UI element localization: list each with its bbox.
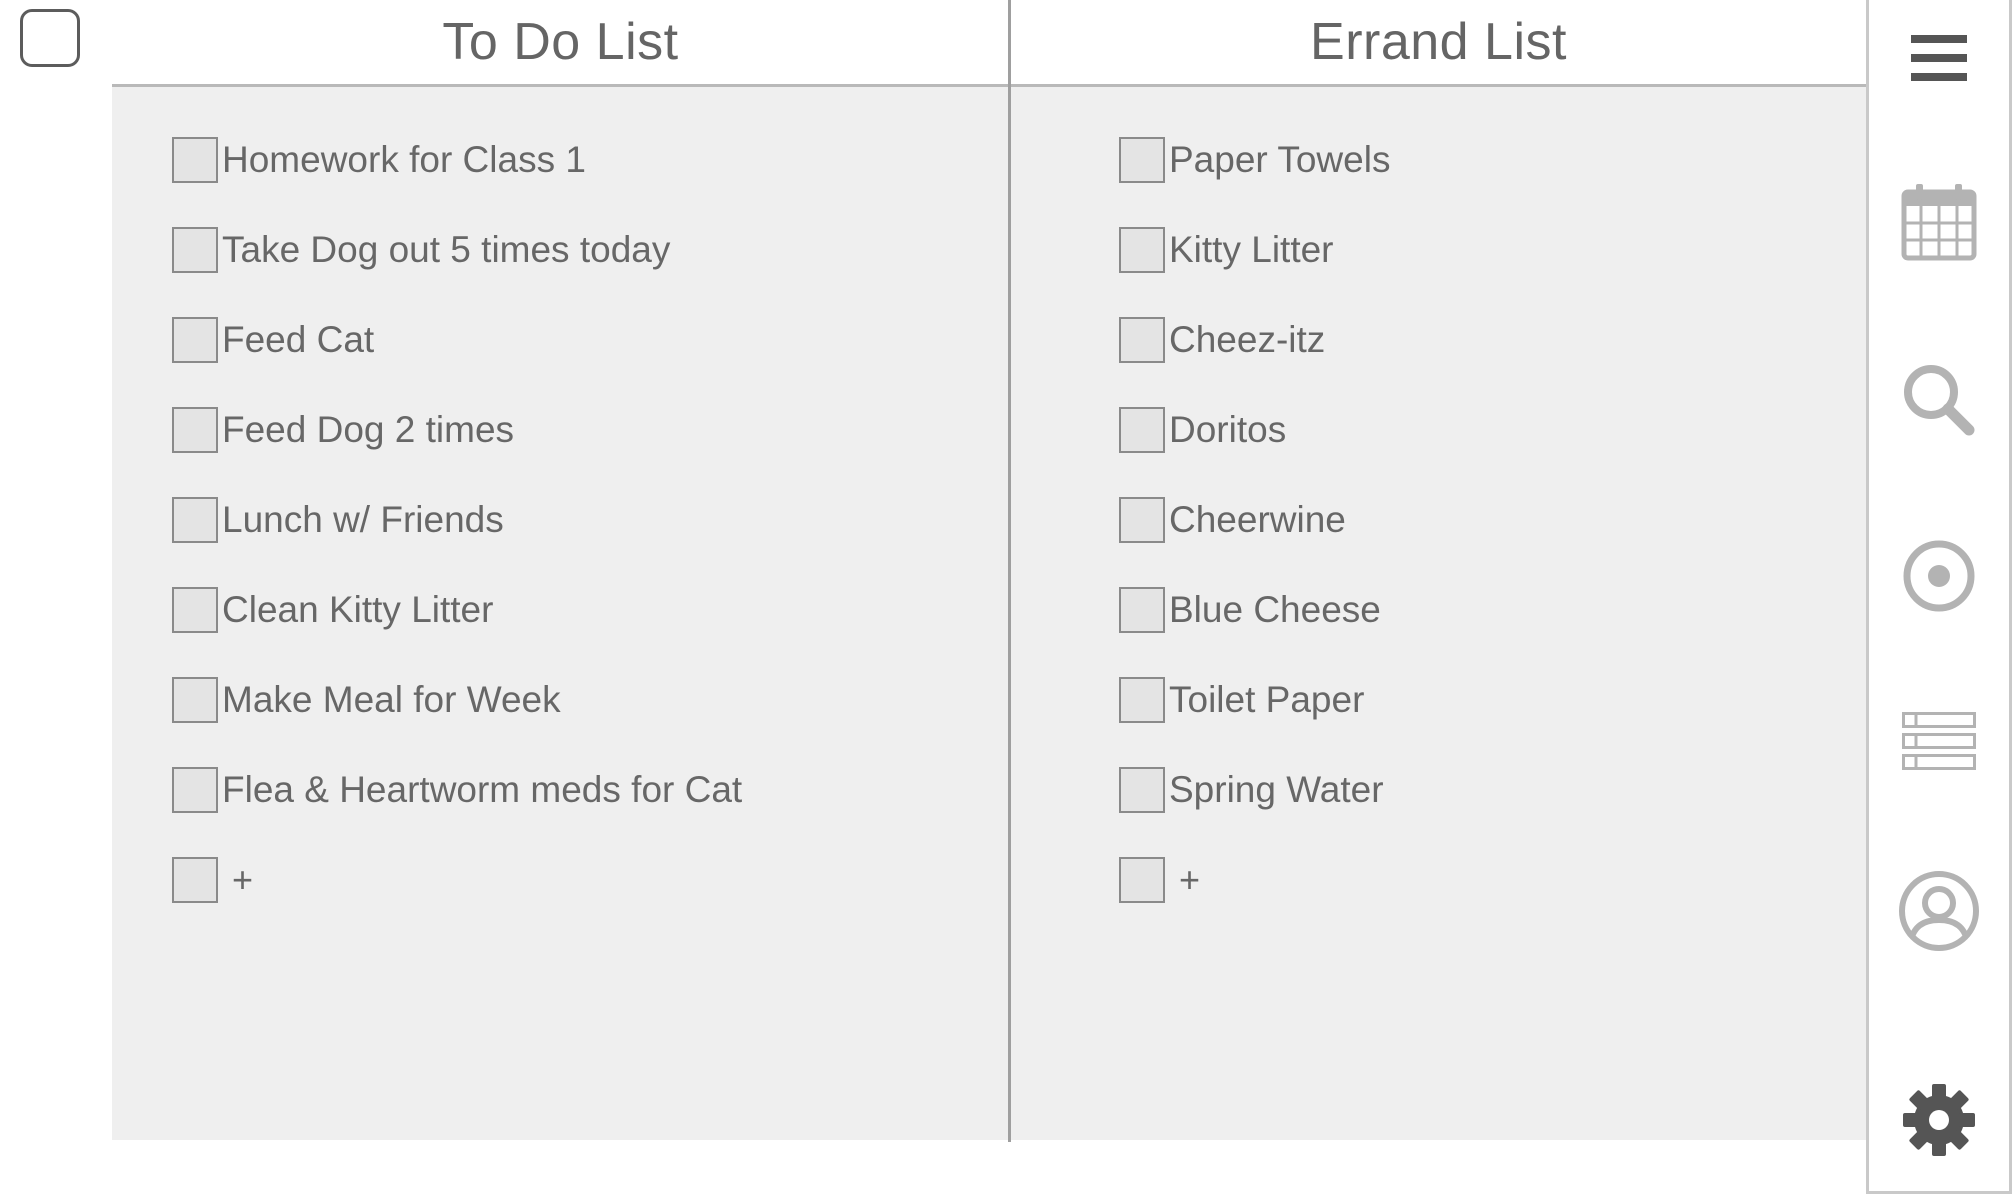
todo-title: To Do List [112, 0, 1009, 87]
todo-item[interactable]: Flea & Heartworm meds for Cat [172, 765, 742, 815]
todo-item[interactable]: Feed Dog 2 times [172, 405, 514, 455]
add-item-button[interactable]: + [1179, 859, 1200, 901]
errand-title: Errand List [1011, 0, 1866, 87]
add-item-button[interactable]: + [232, 859, 253, 901]
errand-checkbox[interactable] [1119, 677, 1165, 723]
errand-item-label: Paper Towels [1169, 139, 1391, 180]
todo-item-label: Homework for Class 1 [222, 139, 586, 180]
errand-item[interactable]: Blue Cheese [1119, 585, 1381, 635]
todo-add-item[interactable]: + [172, 855, 253, 905]
todo-item[interactable]: Feed Cat [172, 315, 374, 365]
todo-item-label: Feed Cat [222, 319, 375, 360]
search-icon[interactable] [1901, 362, 1977, 438]
lists-board: To Do List Homework for Class 1 Take Dog… [112, 0, 1866, 1142]
todo-item-label: Clean Kitty Litter [222, 589, 494, 630]
todo-column: To Do List Homework for Class 1 Take Dog… [112, 0, 1009, 1140]
todo-item-label: Make Meal for Week [222, 679, 561, 720]
todo-checkbox[interactable] [172, 587, 218, 633]
todo-item-label: Lunch w/ Friends [222, 499, 504, 540]
todo-checkbox[interactable] [172, 407, 218, 453]
errand-item[interactable]: Kitty Litter [1119, 225, 1334, 275]
errand-add-item[interactable]: + [1119, 855, 1200, 905]
target-icon[interactable] [1901, 538, 1977, 614]
calendar-icon[interactable] [1901, 182, 1977, 262]
user-icon[interactable] [1898, 870, 1980, 952]
errand-item-label: Toilet Paper [1169, 679, 1365, 720]
errand-item[interactable]: Doritos [1119, 405, 1286, 455]
todo-checkbox[interactable] [172, 137, 218, 183]
todo-checkbox[interactable] [172, 227, 218, 273]
list-icon[interactable] [1902, 712, 1976, 770]
errand-checkbox[interactable] [1119, 227, 1165, 273]
menu-icon[interactable] [1911, 34, 1967, 82]
gear-icon[interactable] [1901, 1082, 1977, 1158]
errand-item-label: Kitty Litter [1169, 229, 1334, 270]
errand-list: Paper Towels Kitty Litter Cheez-itz Dori… [1011, 87, 1866, 1140]
errand-item[interactable]: Spring Water [1119, 765, 1384, 815]
todo-item-label: Take Dog out 5 times today [222, 229, 671, 270]
errand-item[interactable]: Cheerwine [1119, 495, 1346, 545]
todo-add-checkbox[interactable] [172, 857, 218, 903]
errand-checkbox[interactable] [1119, 317, 1165, 363]
errand-checkbox[interactable] [1119, 497, 1165, 543]
todo-checkbox[interactable] [172, 497, 218, 543]
errand-item[interactable]: Cheez-itz [1119, 315, 1325, 365]
todo-item-label: Flea & Heartworm meds for Cat [222, 769, 743, 810]
todo-checkbox[interactable] [172, 767, 218, 813]
errand-checkbox[interactable] [1119, 137, 1165, 183]
todo-checkbox[interactable] [172, 317, 218, 363]
todo-item[interactable]: Take Dog out 5 times today [172, 225, 670, 275]
right-sidebar [1866, 0, 2012, 1194]
todo-item[interactable]: Homework for Class 1 [172, 135, 586, 185]
errand-item-label: Cheerwine [1169, 499, 1346, 540]
errand-checkbox[interactable] [1119, 767, 1165, 813]
todo-item[interactable]: Lunch w/ Friends [172, 495, 504, 545]
todo-checkbox[interactable] [172, 677, 218, 723]
errand-item[interactable]: Toilet Paper [1119, 675, 1364, 725]
errand-item-label: Spring Water [1169, 769, 1384, 810]
errand-checkbox[interactable] [1119, 407, 1165, 453]
select-all-checkbox[interactable] [20, 9, 80, 67]
errand-item-label: Cheez-itz [1169, 319, 1326, 360]
todo-item-label: Feed Dog 2 times [222, 409, 515, 450]
errand-item-label: Blue Cheese [1169, 589, 1381, 630]
todo-item[interactable]: Make Meal for Week [172, 675, 561, 725]
errand-checkbox[interactable] [1119, 587, 1165, 633]
todo-list: Homework for Class 1 Take Dog out 5 time… [112, 87, 1009, 1140]
errand-column: Errand List Paper Towels Kitty Litter Ch… [1011, 0, 1866, 1140]
errand-item-label: Doritos [1169, 409, 1287, 450]
errand-add-checkbox[interactable] [1119, 857, 1165, 903]
todo-item[interactable]: Clean Kitty Litter [172, 585, 493, 635]
errand-item[interactable]: Paper Towels [1119, 135, 1390, 185]
app-window: To Do List Homework for Class 1 Take Dog… [0, 0, 2016, 1195]
